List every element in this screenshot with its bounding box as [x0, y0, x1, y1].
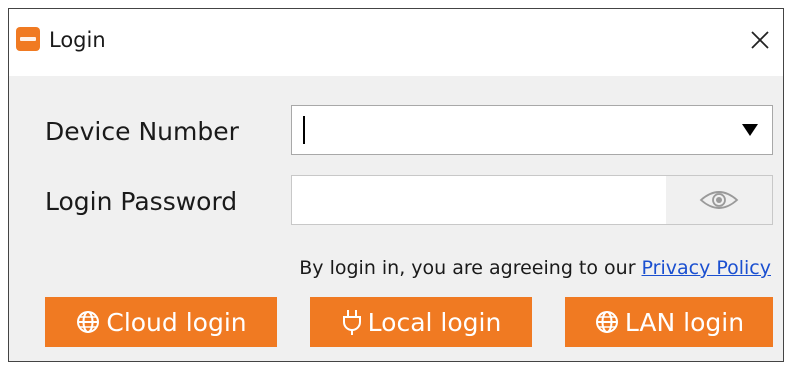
close-icon: [751, 31, 769, 49]
agreement-text: By login in, you are agreeing to our: [299, 257, 636, 279]
login-password-field[interactable]: [291, 175, 773, 225]
app-logo-icon: [16, 27, 40, 51]
device-number-combobox[interactable]: [291, 105, 773, 155]
login-dialog: Login Device Number Login Password By lo…: [8, 8, 784, 362]
globe-icon: [77, 311, 100, 333]
privacy-agreement: By login in, you are agreeing to our Priv…: [299, 256, 771, 280]
lan-login-label: LAN login: [624, 307, 745, 337]
globe-icon: [595, 311, 618, 333]
device-number-label: Device Number: [45, 117, 239, 146]
eye-icon: [699, 191, 739, 209]
local-login-label: Local login: [367, 307, 502, 337]
login-password-label: Login Password: [45, 187, 238, 216]
close-button[interactable]: [743, 23, 777, 57]
text-caret: [303, 116, 305, 144]
privacy-policy-link[interactable]: Privacy Policy: [642, 257, 771, 279]
window-title: Login: [49, 28, 106, 52]
device-number-dropdown-button[interactable]: [728, 106, 772, 154]
title-bar: Login: [9, 9, 783, 76]
cloud-login-label: Cloud login: [106, 307, 247, 337]
show-password-toggle[interactable]: [666, 176, 772, 224]
local-login-button[interactable]: Local login: [310, 297, 532, 347]
dropdown-arrow-icon: [742, 124, 758, 136]
plug-icon: [342, 310, 361, 335]
device-number-input[interactable]: [292, 106, 724, 154]
login-password-input[interactable]: [292, 176, 666, 224]
cloud-login-button[interactable]: Cloud login: [45, 297, 277, 347]
lan-login-button[interactable]: LAN login: [565, 297, 773, 347]
